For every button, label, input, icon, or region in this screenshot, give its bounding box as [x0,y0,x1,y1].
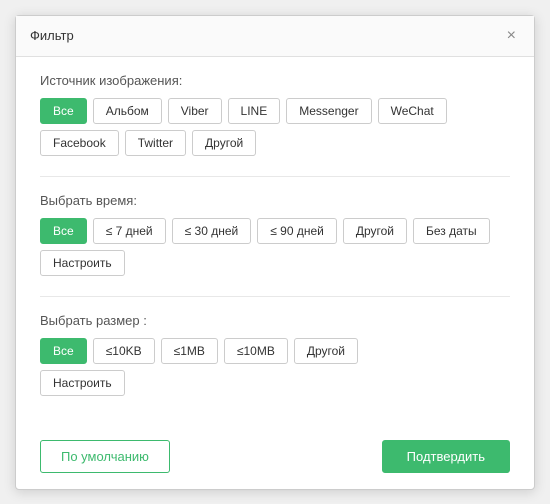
dialog-footer: По умолчанию Подтвердить [16,428,534,489]
default-button[interactable]: По умолчанию [40,440,170,473]
close-button[interactable]: × [503,26,520,46]
size-section: Выбрать размер : Все ≤10KB ≤1MB ≤10MB Др… [40,313,510,396]
size-btn-10mb[interactable]: ≤10MB [224,338,288,364]
dialog-body: Источник изображения: Все Альбом Viber L… [16,57,534,428]
source-btn-wechat[interactable]: WeChat [378,98,447,124]
time-btn-nodate[interactable]: Без даты [413,218,490,244]
source-btn-facebook[interactable]: Facebook [40,130,119,156]
source-btn-line[interactable]: LINE [228,98,281,124]
divider-1 [40,176,510,177]
confirm-button[interactable]: Подтвердить [382,440,510,473]
time-btn-30days[interactable]: ≤ 30 дней [172,218,252,244]
source-btn-other[interactable]: Другой [192,130,256,156]
size-label: Выбрать размер : [40,313,510,328]
time-configure-group: Настроить [40,250,510,276]
source-btn-group: Все Альбом Viber LINE Messenger WeChat F… [40,98,510,156]
time-configure-btn[interactable]: Настроить [40,250,125,276]
source-btn-album[interactable]: Альбом [93,98,162,124]
source-section: Источник изображения: Все Альбом Viber L… [40,73,510,156]
time-section: Выбрать время: Все ≤ 7 дней ≤ 30 дней ≤ … [40,193,510,276]
time-btn-90days[interactable]: ≤ 90 дней [257,218,337,244]
dialog-header: Фильтр × [16,16,534,57]
source-btn-viber[interactable]: Viber [168,98,222,124]
size-btn-all[interactable]: Все [40,338,87,364]
size-btn-1mb[interactable]: ≤1MB [161,338,218,364]
size-btn-other[interactable]: Другой [294,338,358,364]
time-btn-other[interactable]: Другой [343,218,407,244]
source-btn-twitter[interactable]: Twitter [125,130,186,156]
size-configure-btn[interactable]: Настроить [40,370,125,396]
size-btn-group: Все ≤10KB ≤1MB ≤10MB Другой [40,338,510,364]
source-btn-messenger[interactable]: Messenger [286,98,371,124]
source-btn-all[interactable]: Все [40,98,87,124]
time-btn-all[interactable]: Все [40,218,87,244]
size-btn-10kb[interactable]: ≤10KB [93,338,155,364]
dialog-title: Фильтр [30,28,74,43]
time-label: Выбрать время: [40,193,510,208]
filter-dialog: Фильтр × Источник изображения: Все Альбо… [15,15,535,490]
source-label: Источник изображения: [40,73,510,88]
time-btn-group: Все ≤ 7 дней ≤ 30 дней ≤ 90 дней Другой … [40,218,510,244]
divider-2 [40,296,510,297]
time-btn-7days[interactable]: ≤ 7 дней [93,218,166,244]
size-configure-group: Настроить [40,370,510,396]
